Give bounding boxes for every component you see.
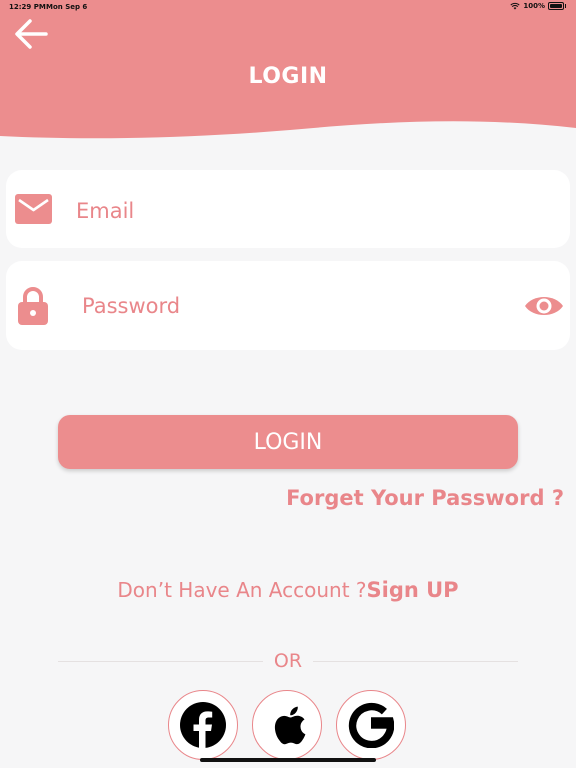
facebook-button[interactable] — [168, 690, 238, 760]
battery-percent: 100% — [523, 2, 545, 10]
email-input[interactable] — [74, 195, 548, 227]
google-button[interactable] — [336, 690, 406, 760]
battery-icon — [548, 2, 566, 10]
signup-row: Don’t Have An Account ?Sign UP — [0, 578, 576, 602]
arrow-left-icon — [15, 19, 48, 49]
status-date: Mon Sep 6 — [46, 3, 88, 11]
login-button[interactable]: LOGIN — [58, 415, 518, 469]
or-label: OR — [273, 650, 303, 672]
google-icon — [348, 702, 394, 748]
password-input[interactable] — [80, 290, 504, 322]
status-right: 100% — [510, 2, 566, 10]
or-divider: OR — [58, 650, 518, 674]
email-field-container — [6, 170, 570, 248]
wifi-icon — [510, 2, 520, 10]
forgot-password-link[interactable]: Forget Your Password ? — [286, 486, 564, 510]
status-time: 12:29 PM — [9, 3, 46, 11]
apple-icon — [274, 706, 306, 745]
lock-icon — [18, 287, 48, 325]
page-title: LOGIN — [248, 64, 328, 89]
signup-prompt: Don’t Have An Account ? — [117, 578, 367, 602]
apple-button[interactable] — [252, 690, 322, 760]
login-screen: 12:29 PM Mon Sep 6 100% LOGIN Email LOGI… — [0, 0, 576, 768]
facebook-icon — [180, 702, 226, 748]
back-button[interactable] — [11, 16, 51, 52]
home-indicator — [200, 758, 376, 762]
signup-link[interactable]: Sign UP — [367, 578, 459, 602]
mail-icon — [15, 194, 52, 224]
status-bar: 12:29 PM Mon Sep 6 100% — [0, 0, 576, 14]
eye-icon[interactable] — [524, 293, 564, 319]
password-field-container — [6, 261, 570, 350]
